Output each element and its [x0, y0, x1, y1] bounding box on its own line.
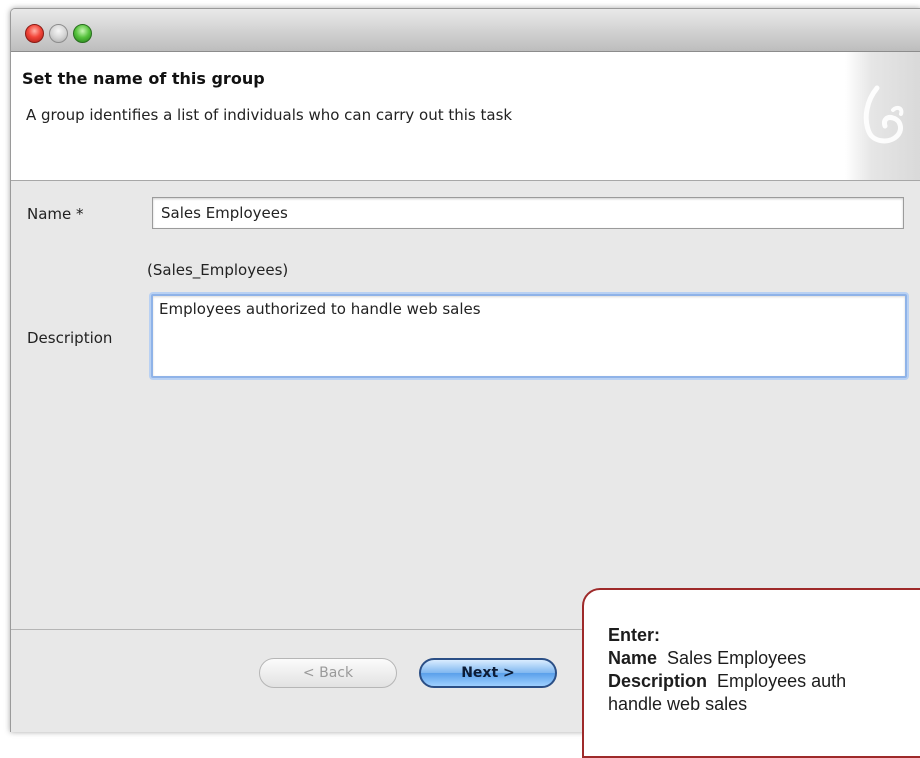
description-label: Description — [27, 329, 113, 347]
callout-heading: Enter: — [608, 625, 661, 645]
title-bar[interactable] — [11, 9, 920, 52]
description-textarea[interactable]: Employees authorized to handle web sales — [151, 294, 907, 378]
callout-name-key: Name — [608, 648, 658, 668]
close-icon[interactable] — [25, 24, 44, 43]
group-id-text: (Sales_Employees) — [147, 261, 289, 279]
callout-name-value: Sales Employees — [667, 648, 807, 668]
next-button[interactable]: Next > — [419, 658, 557, 688]
page-title: Set the name of this group — [22, 69, 265, 88]
instruction-callout: Enter: Name Sales Employees Description … — [582, 588, 920, 758]
name-input[interactable] — [152, 197, 904, 229]
name-label: Name * — [27, 205, 84, 223]
zoom-icon[interactable] — [73, 24, 92, 43]
callout-description-cont: handle web sales — [608, 694, 748, 714]
minimize-icon[interactable] — [49, 24, 68, 43]
callout-description-key: Description — [608, 671, 708, 691]
page-description: A group identifies a list of individuals… — [26, 106, 513, 124]
logo-area — [845, 52, 920, 180]
callout-description-value: Employees auth — [717, 671, 847, 691]
back-button[interactable]: < Back — [259, 658, 397, 688]
group-form: Name * (Sales_Employees) Description Emp… — [11, 181, 920, 611]
wizard-header: Set the name of this group A group ident… — [11, 52, 920, 181]
bonita-logo-icon — [863, 85, 904, 144]
